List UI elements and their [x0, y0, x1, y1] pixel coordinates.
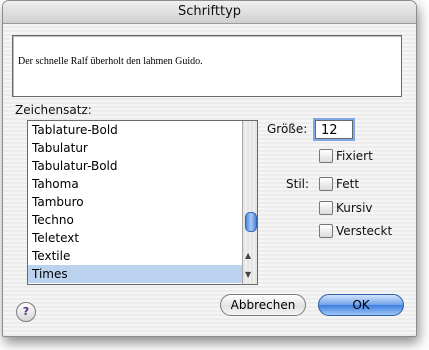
cancel-button[interactable]: Abbrechen — [220, 294, 306, 316]
italic-checkbox[interactable] — [319, 201, 333, 215]
list-item[interactable]: Tabulatur — [28, 139, 257, 157]
preview-text: Der schnelle Ralf überholt den lahmen Gu… — [18, 56, 203, 67]
fixed-label: Fixiert — [336, 149, 373, 163]
font-dialog: Schrifttyp Der schnelle Ralf überholt de… — [2, 0, 417, 337]
size-label: Größe: — [267, 122, 308, 136]
bold-label: Fett — [336, 177, 360, 191]
list-item-selected[interactable]: Times — [28, 265, 257, 283]
size-input[interactable]: 12 — [315, 120, 353, 139]
hidden-checkbox[interactable] — [319, 224, 333, 238]
list-item[interactable]: Teletext — [28, 229, 257, 247]
ok-button[interactable]: OK — [318, 294, 404, 316]
help-icon[interactable]: ? — [16, 302, 36, 322]
list-item[interactable]: Tabulatur-Bold — [28, 157, 257, 175]
list-item[interactable]: Textile — [28, 247, 257, 265]
list-item[interactable]: Techno — [28, 211, 257, 229]
bold-checkbox[interactable] — [319, 177, 333, 191]
list-item[interactable]: Tablature-Bold — [28, 121, 257, 139]
italic-label: Kursiv — [336, 201, 373, 215]
charset-label: Zeichensatz: — [15, 103, 92, 117]
window-title: Schrifttyp — [3, 1, 416, 24]
scroll-thumb[interactable] — [245, 212, 257, 232]
list-item[interactable]: Tahoma — [28, 175, 257, 193]
scroll-down-arrow-icon[interactable]: ▼ — [245, 270, 251, 280]
style-label: Stil: — [286, 177, 310, 191]
hidden-label: Versteckt — [336, 224, 393, 238]
font-list[interactable]: Tablature-Bold Tabulatur Tabulatur-Bold … — [27, 120, 258, 285]
scroll-up-arrow-icon[interactable]: ▲ — [245, 251, 251, 261]
fixed-checkbox[interactable] — [319, 149, 333, 163]
list-scrollbar[interactable]: ▲ ▼ — [242, 121, 257, 284]
font-preview: Der schnelle Ralf überholt den lahmen Gu… — [12, 35, 402, 97]
list-item[interactable]: Tamburo — [28, 193, 257, 211]
